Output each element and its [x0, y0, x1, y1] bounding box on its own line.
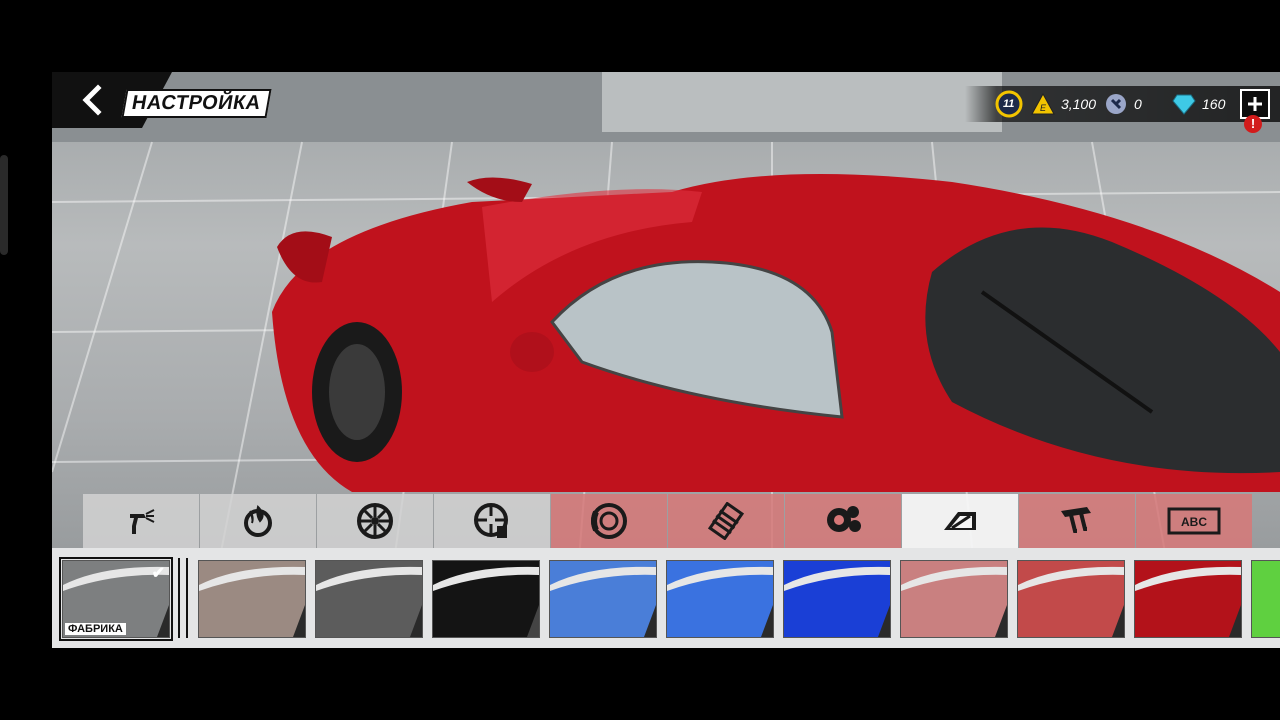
tool-paint[interactable]	[83, 494, 199, 548]
tool-license-plate[interactable]: ABC	[1136, 494, 1252, 548]
alert-badge: !	[1244, 115, 1262, 133]
brake-disc-icon	[591, 503, 627, 539]
tool-smoke[interactable]	[785, 494, 901, 548]
side-bar-handle	[0, 155, 8, 255]
parts-value: 0	[1134, 96, 1142, 112]
license-plate-icon: ABC	[1167, 507, 1221, 535]
level-value: 11	[1002, 98, 1015, 110]
diamond-icon	[1172, 94, 1196, 115]
swatch-tint-9[interactable]	[1017, 560, 1125, 638]
tool-wheel-paint[interactable]	[434, 494, 550, 548]
tool-window-tint[interactable]	[902, 494, 1018, 548]
paint-flame-icon	[244, 505, 272, 537]
energy-value: 3,100	[1060, 96, 1096, 112]
svg-text:E: E	[1040, 103, 1047, 113]
tool-wheels[interactable]	[317, 494, 433, 548]
game-viewport[interactable]: НАСТРОЙКА 11 E 3,100 0 160 ! ABC ФАБРИКА…	[52, 72, 1280, 648]
plate-text: ABC	[1181, 515, 1207, 529]
top-bar: НАСТРОЙКА	[52, 72, 272, 128]
add-currency-button[interactable]: !	[1240, 89, 1270, 133]
swatch-tint-11[interactable]	[1251, 560, 1280, 638]
swatch-tint-5[interactable]	[549, 560, 657, 638]
chevron-left-icon[interactable]	[76, 84, 108, 116]
swatch-tint-3[interactable]	[315, 560, 423, 638]
category-toolbar: ABC	[83, 494, 1253, 548]
car-mirror	[510, 332, 554, 372]
spoiler-icon	[1061, 507, 1091, 533]
swatch-tint-8[interactable]	[900, 560, 1008, 638]
swatch-tint-6[interactable]	[666, 560, 774, 638]
plus-icon	[1248, 97, 1262, 111]
swatch-tint-10[interactable]	[1134, 560, 1242, 638]
swatch-factory[interactable]: ФАБРИКА ✔	[59, 557, 173, 641]
currency-bar: 11 E 3,100 0 160 !	[964, 86, 1280, 133]
spring-icon	[707, 502, 745, 540]
swatch-tint-2[interactable]	[198, 560, 306, 638]
tint-swatch-strip: ФАБРИКА ✔	[52, 548, 1280, 648]
window-tint-icon	[944, 512, 976, 530]
swatch-label: ФАБРИКА	[65, 623, 126, 635]
tool-brakes[interactable]	[551, 494, 667, 548]
wheel-paint-icon	[474, 503, 508, 538]
swatch-tint-7[interactable]	[783, 560, 891, 638]
tool-vinyl[interactable]	[200, 494, 316, 548]
checkmark-icon: ✔	[151, 565, 165, 582]
swatch-divider	[178, 558, 188, 638]
swatch-tint-4[interactable]	[432, 560, 540, 638]
wrench-icon	[1106, 94, 1126, 114]
level-badge: 11	[995, 90, 1023, 118]
parts-counter: 0	[1104, 92, 1164, 116]
energy-counter: E 3,100	[1031, 93, 1096, 115]
gems-counter: 160	[1172, 93, 1232, 115]
tool-spoiler[interactable]	[1019, 494, 1135, 548]
smoke-icon	[827, 506, 861, 532]
wheel-icon	[357, 503, 393, 539]
paint-gun-icon	[130, 509, 155, 534]
tool-suspension[interactable]	[668, 494, 784, 548]
page-title: НАСТРОЙКА	[121, 89, 272, 118]
energy-icon: E	[1031, 93, 1055, 115]
gems-value: 160	[1202, 96, 1226, 112]
